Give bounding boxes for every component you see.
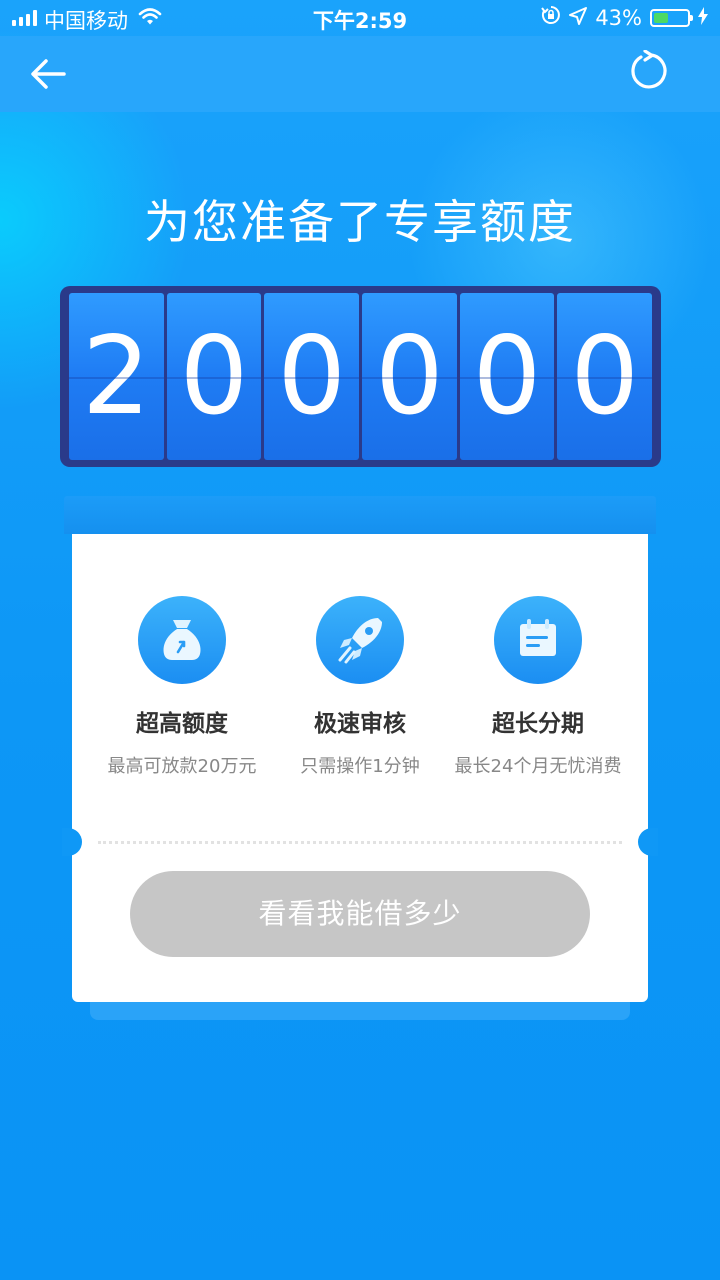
feature-long-installment: 超长分期 最长24个月无忧消费 [448, 596, 628, 778]
nav-bar [0, 36, 720, 112]
check-amount-button[interactable]: 看看我能借多少 [130, 871, 590, 957]
feature-desc: 只需操作1分钟 [300, 756, 420, 777]
counter-digit: 0 [166, 293, 262, 460]
refresh-button[interactable] [628, 49, 676, 98]
counter-digit: 0 [459, 293, 555, 460]
battery-percent: 43% [595, 5, 642, 30]
counter-digit: 0 [557, 293, 653, 460]
rocket-icon [316, 596, 404, 684]
status-right-group: 43% [541, 5, 708, 30]
card-bottom-strip [90, 1002, 630, 1020]
card-top-strip [64, 496, 656, 534]
dotted-divider [98, 841, 622, 844]
feature-desc: 最高可放款20万元 [107, 756, 257, 777]
status-bar: 中国移动 下午2:59 43% [0, 0, 720, 36]
refresh-icon [631, 49, 667, 89]
battery-fill [654, 12, 668, 23]
orientation-lock-icon [541, 5, 561, 30]
feature-card: 超高额度 最高可放款20万元 极速审核 只需操作1分钟 超长分期 最长24个月无… [62, 534, 658, 1002]
calendar-icon [494, 596, 582, 684]
feature-desc: 最长24个月无忧消费 [454, 756, 622, 777]
feature-title: 超长分期 [492, 711, 584, 737]
counter-digit: 0 [264, 293, 360, 460]
charging-icon [698, 6, 708, 30]
counter-digit: 0 [362, 293, 457, 460]
feature-title: 极速审核 [314, 711, 406, 737]
back-button[interactable] [28, 54, 76, 94]
counter-digit: 2 [69, 293, 164, 460]
battery-icon [650, 8, 693, 27]
money-bag-icon [138, 596, 226, 684]
amount-counter: 2 0 0 0 0 0 [60, 286, 661, 467]
feature-title: 超高额度 [136, 711, 228, 737]
feature-fast-review: 极速审核 只需操作1分钟 [270, 596, 450, 778]
ticket-notch-right [638, 828, 658, 856]
ticket-notch-left [62, 828, 82, 856]
location-icon [569, 6, 588, 30]
arrow-left-icon [31, 59, 66, 89]
feature-high-limit: 超高额度 最高可放款20万元 [92, 596, 272, 778]
headline: 为您准备了专享额度 [144, 195, 576, 249]
